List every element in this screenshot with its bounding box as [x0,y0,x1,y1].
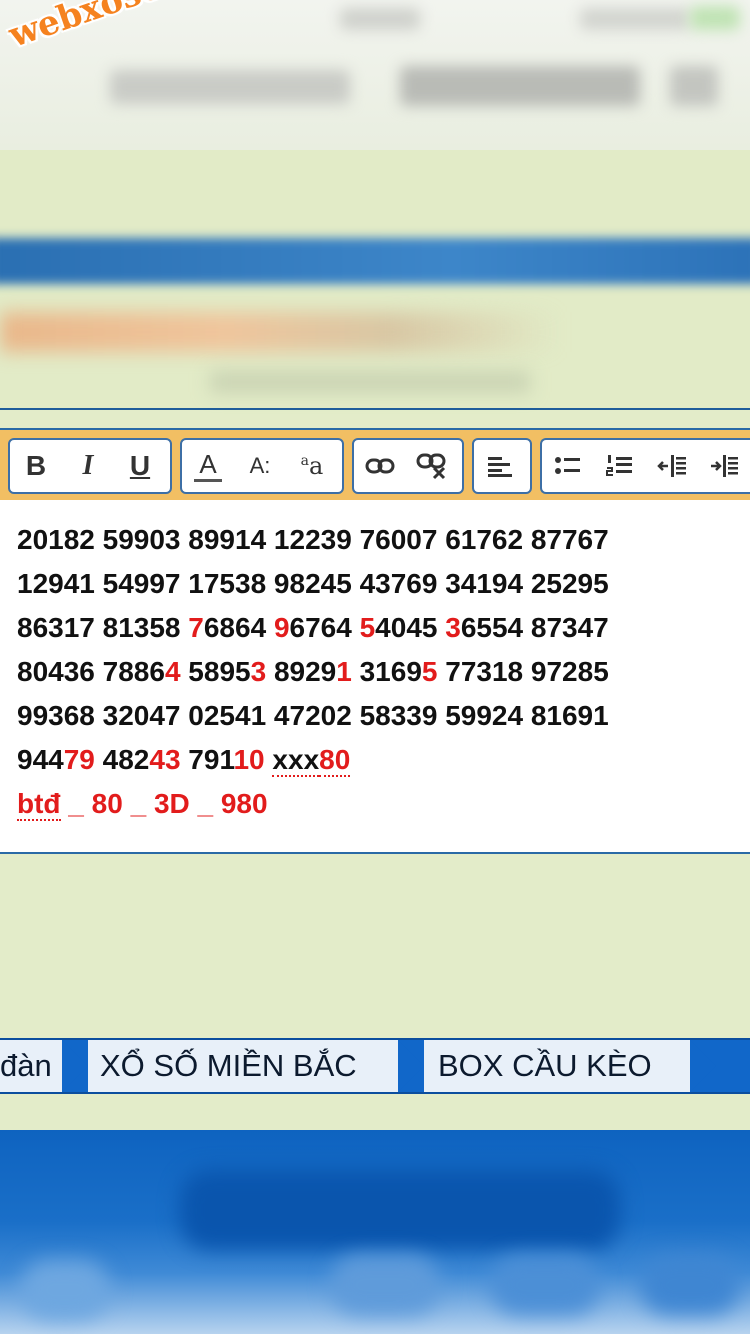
text-style-group: B I U [8,438,172,494]
font-family-icon: aa [300,452,324,480]
highlighted-digits: btđ [17,788,61,821]
font-color-icon: A [199,448,217,479]
text-segment: 944 [17,744,64,775]
blurred-footer [0,1130,750,1334]
text-segment: 86317 81358 [17,612,189,643]
highlighted-digits: 3 [250,656,267,687]
font-color-button[interactable]: A [182,440,234,492]
bullet-list-button[interactable] [542,440,594,492]
italic-icon: I [82,450,94,481]
list-group [540,438,750,494]
nav-item-xo-so-mien-bac[interactable]: XỔ SỐ MIỀN BẮC [100,1040,357,1092]
bold-button[interactable]: B [10,440,62,492]
text-segment: 8929 [266,656,337,687]
link-group [352,438,464,494]
highlighted-digits: _ 80 _ 3D _ 980 [60,788,268,819]
highlighted-digits: 4 [164,656,181,687]
text-segment: 5895 [180,656,251,687]
outdent-button[interactable] [646,440,698,492]
remove-link-button[interactable] [406,440,458,492]
text-segment: 6764 [289,612,360,643]
bold-icon: B [25,450,47,481]
underline-button[interactable]: U [114,440,166,492]
highlighted-digits: 43 [149,744,181,775]
underline-icon: U [129,450,151,481]
editor-content-area[interactable]: 20182 59903 89914 12239 76007 61762 8776… [0,500,750,854]
align-group [472,438,532,494]
text-segment: 6554 87347 [460,612,609,643]
numbered-list-icon [606,455,632,476]
color-underline [194,478,222,482]
text-segment: 12941 54997 17538 98245 43769 34194 2529… [17,568,609,599]
insert-link-button[interactable] [354,440,406,492]
text-segment: 482 [94,744,150,775]
font-group: A A: aa [180,438,344,494]
outdent-icon [657,455,686,477]
text-segment: 77318 97285 [437,656,609,687]
nav-item-box-cau-keo[interactable]: BOX CẦU KÈO [438,1040,652,1092]
text-line: 12941 54997 17538 98245 43769 34194 2529… [17,564,609,604]
align-left-icon [488,457,512,477]
text-line: btđ _ 80 _ 3D _ 980 [17,784,268,824]
text-segment: 791 [180,744,234,775]
highlighted-digits: 5 [359,612,376,643]
editor-toolbar: B I U A A: aa [0,428,750,502]
highlighted-digits: 5 [421,656,438,687]
text-segment: 4045 [375,612,446,643]
chevron-right-icon [398,1040,424,1092]
nav-item-dan[interactable]: đàn [0,1040,52,1092]
blurred-subtitle [0,312,560,352]
font-family-button[interactable]: aa [286,440,338,492]
chevron-right-icon [690,1040,716,1092]
text-line: 20182 59903 89914 12239 76007 61762 8776… [17,520,609,560]
italic-button[interactable]: I [62,440,114,492]
align-left-button[interactable] [474,440,526,492]
text-segment: 99368 32047 02541 47202 58339 59924 8169… [17,700,609,731]
highlighted-digits: 79 [63,744,95,775]
font-size-button[interactable]: A: [234,440,286,492]
text-segment: 6864 [203,612,274,643]
category-nav-bar: đàn XỔ SỐ MIỀN BẮC BOX CẦU KÈO [0,1038,750,1094]
highlighted-digits: 1 [336,656,352,687]
highlighted-digits: 80 [319,744,351,777]
numbered-list-button[interactable] [594,440,646,492]
text-line: 86317 81358 76864 96764 54045 36554 8734… [17,608,609,648]
bullet-list-icon [555,457,580,474]
indent-button[interactable] [698,440,750,492]
divider [0,408,750,410]
highlighted-digits: 10 [233,744,265,775]
indent-icon [711,455,738,477]
link-icon [365,458,395,474]
text-segment: 20182 59903 89914 12239 76007 61762 8776… [17,524,609,555]
font-size-icon: A: [249,453,271,478]
text-segment: xxx [272,744,320,777]
text-line: 94479 48243 79110 xxx80 [17,740,351,780]
blurred-title-bar [0,238,750,284]
blurred-caption [210,372,530,392]
text-line: 99368 32047 02541 47202 58339 59924 8169… [17,696,609,736]
highlighted-digits: 3 [445,612,461,643]
chevron-right-icon [62,1040,88,1092]
unlink-icon [416,453,446,480]
text-segment: 3169 [351,656,422,687]
rich-text-editor: B I U A A: aa 20182 59903 89914 12239 76… [0,428,750,854]
text-segment: 80436 7886 [17,656,165,687]
highlighted-digits: 9 [273,612,290,643]
highlighted-digits: 7 [188,612,204,643]
text-line: 80436 78864 58953 89291 31695 77318 9728… [17,652,609,692]
